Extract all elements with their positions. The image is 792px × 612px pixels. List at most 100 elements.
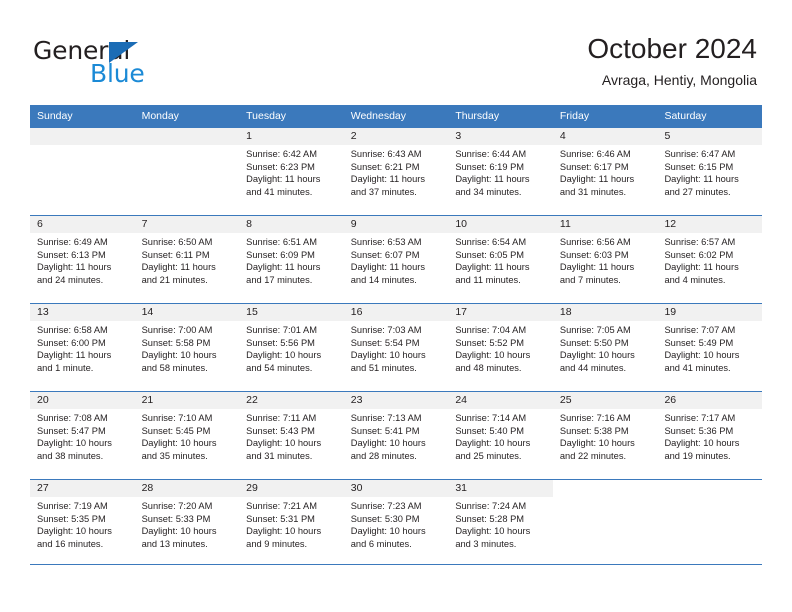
day-number: 16 xyxy=(350,306,363,318)
day-cell[interactable]: 25 Sunrise: 7:16 AM Sunset: 5:38 PM Dayligh… xyxy=(552,392,658,479)
day-cell[interactable]: 4 Sunrise: 6:46 AM Sunset: 6:17 PM Daylight… xyxy=(552,128,658,215)
day-cell[interactable]: 18 Sunrise: 7:05 AM Sunset: 5:50 PM Dayligh… xyxy=(552,304,658,391)
weekday-header-row: Sunday Monday Tuesday Wednesday Thursday… xyxy=(30,105,762,127)
sunset-text: Sunset: 5:43 PM xyxy=(246,425,315,436)
day-cell[interactable]: 31 Sunrise: 7:24 AM Sunset: 5:28 PM Dayligh… xyxy=(448,480,553,564)
day-cell[interactable]: 20 Sunrise: 7:08 AM Sunset: 5:47 PM Dayligh… xyxy=(30,392,135,479)
day-number: 28 xyxy=(141,482,154,494)
sunrise-text: Sunrise: 7:21 AM xyxy=(246,501,317,511)
day-number: 7 xyxy=(141,218,148,230)
day-cell[interactable]: 11 Sunrise: 6:56 AM Sunset: 6:03 PM Dayligh… xyxy=(552,216,658,303)
week-row: 6 Sunrise: 6:49 AM Sunset: 6:13 PM Daylight… xyxy=(30,215,763,303)
day-cell[interactable]: 1 Sunrise: 6:42 AM Sunset: 6:23 PM Daylight… xyxy=(239,128,344,215)
sunset-text: Sunset: 6:07 PM xyxy=(350,249,420,260)
day-cell[interactable]: 24 Sunrise: 7:14 AM Sunset: 5:40 PM Dayligh… xyxy=(448,392,553,479)
sunset-text: Sunset: 6:05 PM xyxy=(455,249,525,260)
weekday-header-monday: Monday xyxy=(141,110,179,122)
day-cell[interactable]: 9 Sunrise: 6:53 AM Sunset: 6:07 PM Daylight… xyxy=(343,216,449,303)
day-cell[interactable]: 15 Sunrise: 7:01 AM Sunset: 5:56 PM Dayligh… xyxy=(239,304,344,391)
sunrise-text: Sunrise: 7:16 AM xyxy=(559,413,631,423)
day-cell[interactable] xyxy=(134,128,240,215)
day-number: 21 xyxy=(141,394,154,406)
day-number: 5 xyxy=(664,130,671,142)
day-cell[interactable]: 3 Sunrise: 6:44 AM Sunset: 6:19 PM Daylight… xyxy=(448,128,553,215)
sunset-text: Sunset: 5:45 PM xyxy=(141,425,211,436)
daylight-text: Daylight: 10 hours and 28 minutes. xyxy=(350,438,426,461)
sunrise-text: Sunrise: 7:04 AM xyxy=(455,325,527,335)
sunset-text: Sunset: 6:11 PM xyxy=(141,249,210,260)
day-cell[interactable] xyxy=(30,128,135,215)
weekday-header-thursday: Thursday xyxy=(455,110,500,122)
sunrise-text: Sunrise: 7:24 AM xyxy=(455,501,527,511)
sunset-text: Sunset: 5:54 PM xyxy=(350,337,420,348)
day-number: 10 xyxy=(455,218,467,230)
sunset-text: Sunset: 5:50 PM xyxy=(559,337,629,348)
day-cell[interactable]: 29 Sunrise: 7:21 AM Sunset: 5:31 PM Dayligh… xyxy=(239,480,344,564)
day-cell[interactable]: 23 Sunrise: 7:13 AM Sunset: 5:41 PM Dayligh… xyxy=(343,392,449,479)
sunrise-text: Sunrise: 6:49 AM xyxy=(37,237,108,247)
sunset-text: Sunset: 6:17 PM xyxy=(559,161,629,172)
day-cell[interactable]: 21 Sunrise: 7:10 AM Sunset: 5:45 PM Dayligh… xyxy=(134,392,240,479)
day-cell[interactable]: 6 Sunrise: 6:49 AM Sunset: 6:13 PM Daylight… xyxy=(30,216,135,303)
calendar-grid: Sunday Monday Tuesday Wednesday Thursday… xyxy=(30,105,763,565)
sunset-text: Sunset: 6:02 PM xyxy=(664,249,734,260)
day-cell[interactable]: 2 Sunrise: 6:43 AM Sunset: 6:21 PM Daylight… xyxy=(343,128,449,215)
day-cell[interactable]: 14 Sunrise: 7:00 AM Sunset: 5:58 PM Dayligh… xyxy=(134,304,240,391)
day-cell[interactable]: 30 Sunrise: 7:23 AM Sunset: 5:30 PM Dayligh… xyxy=(343,480,449,564)
daylight-text: Daylight: 10 hours and 35 minutes. xyxy=(141,438,217,461)
day-number: 20 xyxy=(37,394,49,406)
daylight-text: Daylight: 11 hours and 14 minutes. xyxy=(350,262,425,285)
day-cell[interactable]: 12 Sunrise: 6:57 AM Sunset: 6:02 PM Dayligh… xyxy=(657,216,763,303)
sunrise-text: Sunrise: 7:13 AM xyxy=(350,413,422,423)
day-cell[interactable]: 19 Sunrise: 7:07 AM Sunset: 5:49 PM Dayligh… xyxy=(657,304,763,391)
daylight-text: Daylight: 11 hours and 34 minutes. xyxy=(455,174,530,197)
sunset-text: Sunset: 6:23 PM xyxy=(246,161,315,172)
daylight-text: Daylight: 11 hours and 24 minutes. xyxy=(37,262,112,285)
sunset-text: Sunset: 6:13 PM xyxy=(37,249,106,260)
day-number: 24 xyxy=(455,394,467,406)
sunrise-text: Sunrise: 7:00 AM xyxy=(141,325,213,335)
page-header: General Blue October 2024 Avraga, Hentiy… xyxy=(0,0,792,100)
day-cell[interactable] xyxy=(657,480,763,564)
sunset-text: Sunset: 6:21 PM xyxy=(350,161,420,172)
day-cell[interactable]: 5 Sunrise: 6:47 AM Sunset: 6:15 PM Daylight… xyxy=(657,128,763,215)
sunset-text: Sunset: 5:38 PM xyxy=(559,425,629,436)
general-blue-logo[interactable]: General Blue xyxy=(33,36,213,88)
day-cell[interactable]: 27 Sunrise: 7:19 AM Sunset: 5:35 PM Dayligh… xyxy=(30,480,135,564)
weekday-header-tuesday: Tuesday xyxy=(246,110,287,122)
day-number: 15 xyxy=(246,306,258,318)
day-cell[interactable] xyxy=(552,480,658,564)
sunrise-text: Sunrise: 7:20 AM xyxy=(141,501,213,511)
day-number: 3 xyxy=(455,130,462,142)
sunset-text: Sunset: 5:49 PM xyxy=(664,337,734,348)
sunset-text: Sunset: 5:41 PM xyxy=(350,425,420,436)
daylight-text: Daylight: 11 hours and 17 minutes. xyxy=(246,262,321,285)
day-cell[interactable]: 13 Sunrise: 6:58 AM Sunset: 6:00 PM Dayligh… xyxy=(30,304,135,391)
day-cell[interactable]: 10 Sunrise: 6:54 AM Sunset: 6:05 PM Dayligh… xyxy=(448,216,553,303)
day-cell[interactable]: 7 Sunrise: 6:50 AM Sunset: 6:11 PM Daylight… xyxy=(134,216,240,303)
day-cell[interactable]: 28 Sunrise: 7:20 AM Sunset: 5:33 PM Dayligh… xyxy=(134,480,240,564)
day-number: 30 xyxy=(350,482,363,494)
daylight-text: Daylight: 11 hours and 31 minutes. xyxy=(559,174,635,197)
sunset-text: Sunset: 5:56 PM xyxy=(246,337,315,348)
title-block: October 2024 Avraga, Hentiy, Mongolia xyxy=(587,32,757,91)
daylight-text: Daylight: 10 hours and 19 minutes. xyxy=(664,438,740,461)
week-row: 1 Sunrise: 6:42 AM Sunset: 6:23 PM Daylight… xyxy=(30,127,763,215)
page-title: October 2024 xyxy=(587,33,757,64)
daylight-text: Daylight: 11 hours and 41 minutes. xyxy=(246,174,321,197)
daylight-text: Daylight: 10 hours and 38 minutes. xyxy=(37,438,112,461)
day-number: 17 xyxy=(455,306,467,318)
week-row: 27 Sunrise: 7:19 AM Sunset: 5:35 PM Dayligh… xyxy=(30,479,763,565)
sunrise-text: Sunrise: 6:53 AM xyxy=(350,237,422,247)
sunrise-text: Sunrise: 6:42 AM xyxy=(246,149,317,159)
daylight-text: Daylight: 10 hours and 22 minutes. xyxy=(559,438,635,461)
day-cell[interactable]: 16 Sunrise: 7:03 AM Sunset: 5:54 PM Dayligh… xyxy=(343,304,449,391)
day-cell[interactable]: 17 Sunrise: 7:04 AM Sunset: 5:52 PM Dayligh… xyxy=(448,304,553,391)
day-number: 6 xyxy=(37,218,43,230)
daylight-text: Daylight: 11 hours and 1 minute. xyxy=(37,350,112,373)
sunrise-text: Sunrise: 7:03 AM xyxy=(350,325,422,335)
day-cell[interactable]: 22 Sunrise: 7:11 AM Sunset: 5:43 PM Dayligh… xyxy=(239,392,344,479)
daylight-text: Daylight: 10 hours and 9 minutes. xyxy=(246,526,322,549)
day-cell[interactable]: 26 Sunrise: 7:17 AM Sunset: 5:36 PM Dayligh… xyxy=(657,392,763,479)
day-cell[interactable]: 8 Sunrise: 6:51 AM Sunset: 6:09 PM Daylight… xyxy=(239,216,344,303)
